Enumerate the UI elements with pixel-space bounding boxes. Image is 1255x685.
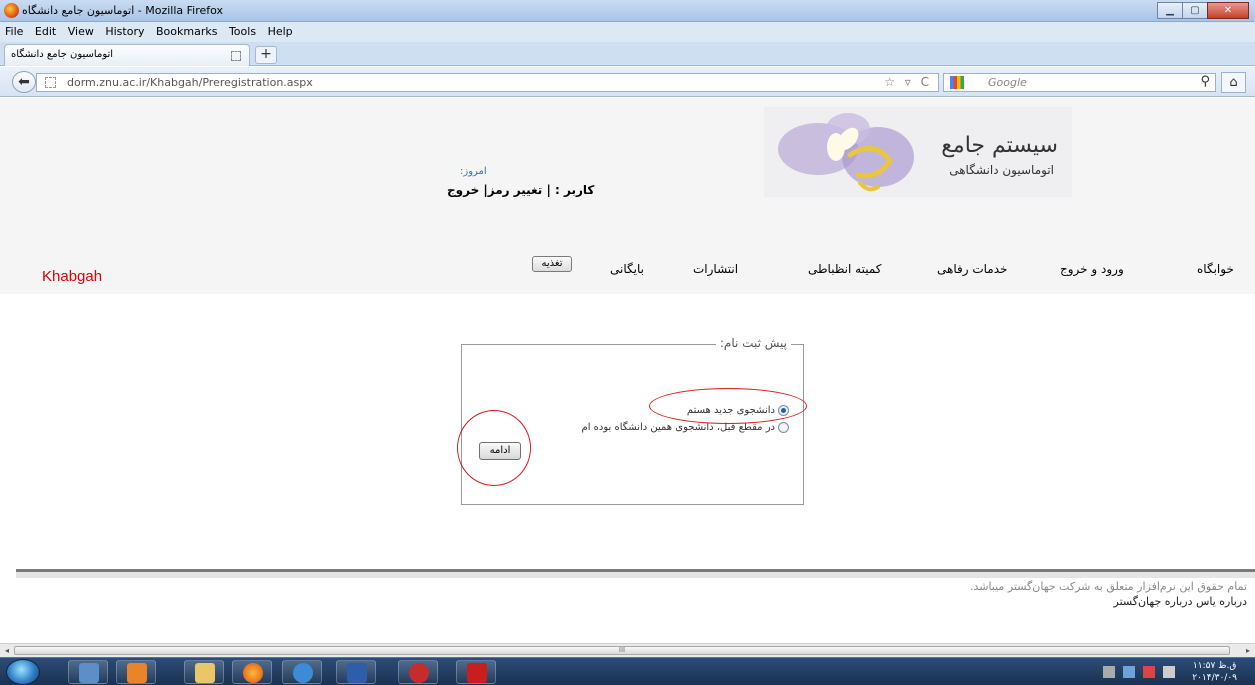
system-subtitle: اتوماسیون دانشگاهی — [949, 163, 1054, 177]
action-center-icon[interactable] — [1143, 666, 1155, 678]
url-bar[interactable]: dorm.znu.ac.ir/Khabgah/Preregistration.a… — [36, 73, 939, 92]
close-button[interactable]: ✕ — [1207, 2, 1249, 19]
annotation-circle — [457, 410, 531, 486]
window-titlebar: اتوماسیون جامع دانشگاه - Mozilla Firefox… — [0, 0, 1255, 22]
folder-icon — [195, 663, 215, 683]
menu-file[interactable]: File — [0, 22, 27, 38]
taskbar-app-d[interactable] — [398, 660, 438, 684]
menu-edit[interactable]: Edit — [31, 22, 60, 38]
minimize-button[interactable]: ▁ — [1157, 2, 1183, 19]
menu-item-entry-exit[interactable]: ورود و خروج — [1060, 262, 1124, 276]
user-links[interactable]: کاربر : | تغییر رمز| خروج — [447, 183, 594, 197]
system-title: سیستم جامع — [941, 133, 1058, 158]
footer-copyright: تمام حقوق این نرم‌افزار متعلق به شرکت جه… — [969, 580, 1247, 593]
network-icon[interactable] — [1123, 666, 1135, 678]
new-tab-button[interactable]: + — [255, 46, 277, 64]
menu-history[interactable]: History — [101, 22, 148, 38]
site-header: سیستم جامع اتوماسیون دانشگاهی امروز: کار… — [0, 98, 1255, 294]
firefox-logo-icon — [4, 3, 19, 18]
taskbar-explorer[interactable] — [184, 660, 224, 684]
taskbar-acrobat[interactable] — [456, 660, 496, 684]
firefox-icon — [243, 663, 263, 683]
search-placeholder: Google — [988, 76, 1027, 89]
pdf-icon — [467, 663, 487, 683]
food-button[interactable]: تغذیه — [532, 256, 572, 272]
footer-links[interactable]: درباره یاس درباره جهان‌گستر — [1114, 595, 1247, 608]
menu-view[interactable]: View — [64, 22, 98, 38]
maximize-button[interactable]: ▢ — [1182, 2, 1208, 19]
option-former-student-label: در مقطع قبل، دانشجوی همین دانشگاه بوده ا… — [581, 422, 776, 433]
url-text: dorm.znu.ac.ir/Khabgah/Preregistration.a… — [67, 76, 313, 89]
menu-bar: File Edit View History Bookmarks Tools H… — [0, 22, 1255, 42]
menu-item-archive[interactable]: بایگانی — [610, 262, 644, 276]
taskbar-word[interactable] — [336, 660, 376, 684]
horizontal-scrollbar[interactable]: ◂ III ▸ — [0, 643, 1255, 657]
internet-explorer-icon — [293, 663, 313, 683]
search-icon[interactable]: ⚲ — [1200, 74, 1210, 89]
tray-arrow-icon[interactable] — [1103, 666, 1115, 678]
site-identity-icon[interactable] — [45, 77, 56, 88]
scroll-right-icon[interactable]: ▸ — [1241, 644, 1255, 657]
tab-active[interactable]: اتوماسیون جامع دانشگاه — [4, 44, 250, 66]
taskbar-outlook[interactable] — [116, 660, 156, 684]
outlook-icon — [127, 663, 147, 683]
page-content: سیستم جامع اتوماسیون دانشگاهی امروز: کار… — [0, 98, 1255, 643]
yas-logo: سیستم جامع اتوماسیون دانشگاهی — [764, 107, 1072, 197]
system-tray: ۱۱:۵۷ ق.ظ ۲۰۱۴/۳۰/۰۹ — [1095, 658, 1255, 685]
tab-bar: اتوماسیون جامع دانشگاه + — [0, 42, 1255, 66]
volume-icon[interactable] — [1163, 666, 1175, 678]
menu-item-welfare[interactable]: خدمات رفاهی — [937, 262, 1007, 276]
scroll-thumb[interactable]: III — [14, 646, 1230, 655]
tab-label: اتوماسیون جامع دانشگاه — [11, 49, 114, 60]
clock-date: ۲۰۱۴/۳۰/۰۹ — [1192, 673, 1237, 683]
radio-former-student[interactable] — [778, 422, 789, 433]
menu-tools[interactable]: Tools — [225, 22, 260, 38]
menu-bookmarks[interactable]: Bookmarks — [152, 22, 221, 38]
window-controls: ▁ ▢ ✕ — [1157, 2, 1249, 19]
window-title: اتوماسیون جامع دانشگاه - Mozilla Firefox — [22, 4, 224, 17]
navigation-bar: ⬅ dorm.znu.ac.ir/Khabgah/Preregistration… — [0, 67, 1255, 97]
brand-label: Khabgah — [42, 268, 103, 285]
annotation-ellipse — [649, 388, 807, 424]
windows-taskbar: ۱۱:۵۷ ق.ظ ۲۰۱۴/۳۰/۰۹ — [0, 657, 1255, 685]
page-favicon-icon — [231, 51, 241, 61]
bookmark-reload-icons[interactable]: ☆ ▿ C — [884, 75, 932, 89]
menu-help[interactable]: Help — [264, 22, 297, 38]
taskbar-firefox[interactable] — [232, 660, 272, 684]
search-input[interactable]: Google ⚲ — [943, 73, 1216, 92]
d-app-icon — [409, 663, 429, 683]
menu-item-dorm[interactable]: خوابگاه — [1197, 262, 1234, 276]
fieldset-legend: پیش ثبت نام: — [715, 336, 791, 350]
flower-logo-icon — [778, 113, 914, 192]
scroll-left-icon[interactable]: ◂ — [0, 644, 14, 657]
home-button[interactable]: ⌂ — [1221, 72, 1246, 93]
main-menu: Khabgah خوابگاه ورود و خروج خدمات رفاهی … — [0, 248, 1255, 292]
google-engine-icon[interactable] — [950, 76, 964, 89]
today-label: امروز: — [460, 166, 487, 177]
clock-time: ۱۱:۵۷ ق.ظ — [1192, 661, 1237, 671]
footer-band — [16, 572, 1255, 578]
back-button[interactable]: ⬅ — [12, 71, 36, 93]
taskbar-clock[interactable]: ۱۱:۵۷ ق.ظ ۲۰۱۴/۳۰/۰۹ — [1192, 660, 1237, 684]
menu-item-publications[interactable]: انتشارات — [693, 262, 738, 276]
start-button[interactable] — [6, 659, 40, 685]
menu-item-discipline[interactable]: کمیته انظباطی — [808, 262, 882, 276]
taskbar-calculator[interactable] — [68, 660, 108, 684]
option-former-student[interactable]: در مقطع قبل، دانشجوی همین دانشگاه بوده ا… — [581, 422, 789, 433]
taskbar-ie[interactable] — [282, 660, 322, 684]
word-icon — [347, 663, 367, 683]
calculator-icon — [79, 663, 99, 683]
